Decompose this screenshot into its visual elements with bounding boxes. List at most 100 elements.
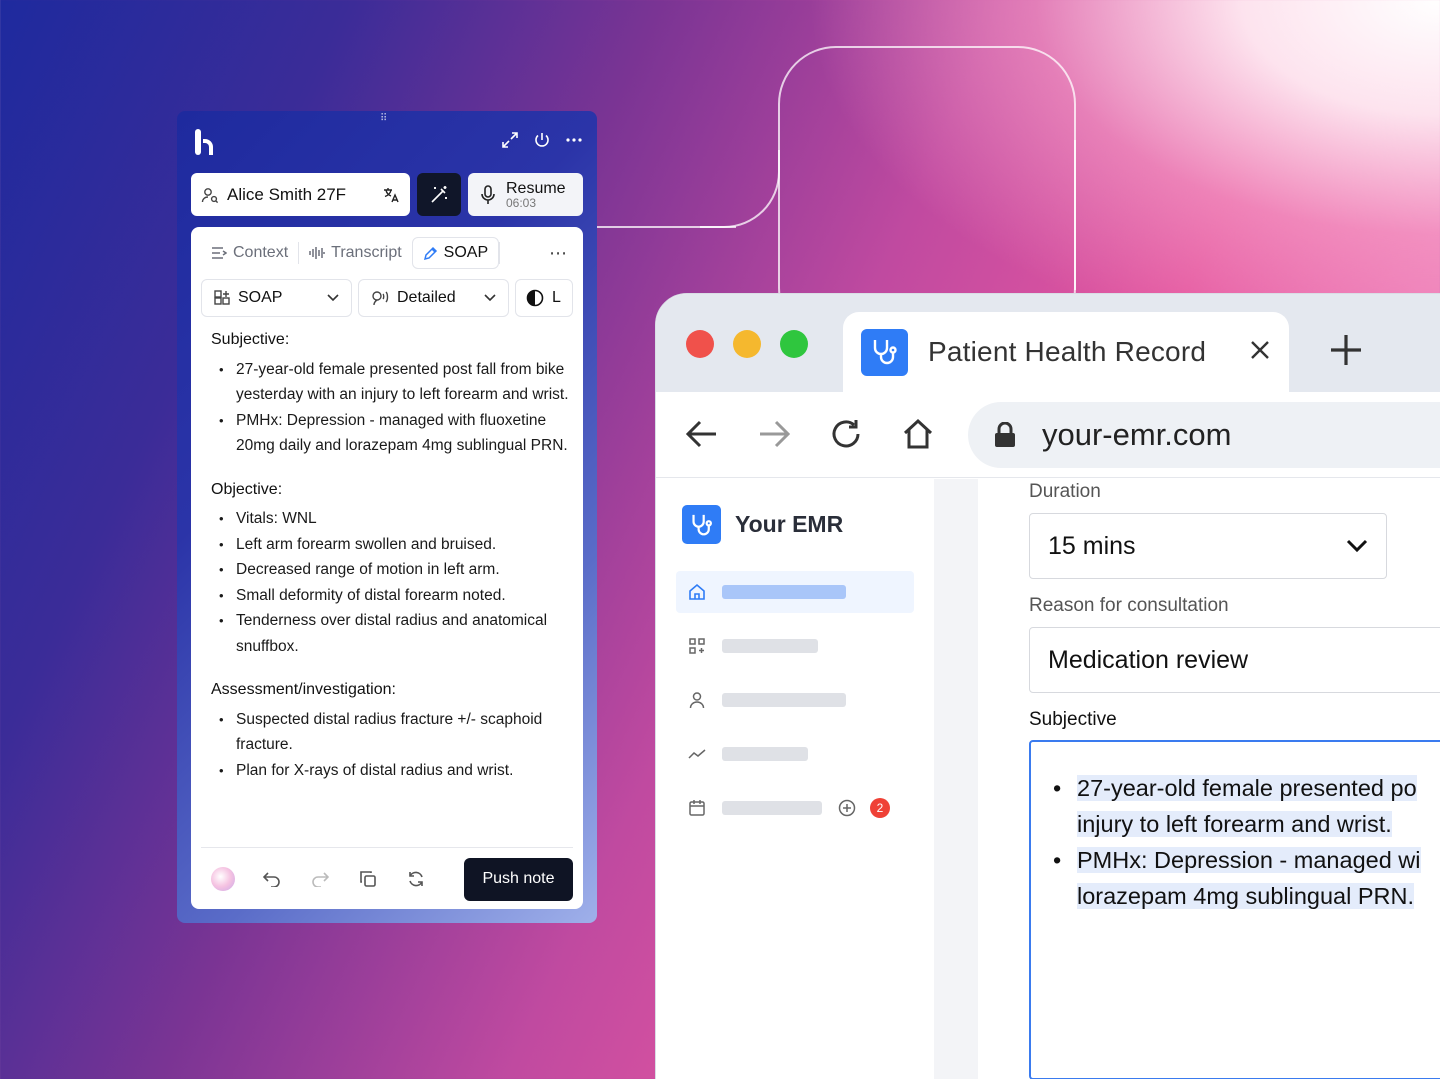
highlighted-text: injury to left forearm and wrist.: [1077, 811, 1392, 837]
magic-wand-button[interactable]: [417, 173, 461, 216]
subjective-heading: Subjective:: [211, 331, 290, 348]
expand-icon[interactable]: [501, 131, 519, 149]
calendar-icon: [689, 800, 705, 816]
stethoscope-icon: [861, 328, 908, 376]
patient-selector[interactable]: Alice Smith 27F: [191, 173, 410, 216]
list-item: PMHx: Depression - managed with fluoxeti…: [211, 408, 571, 459]
reason-label: Reason for consultation: [1029, 595, 1229, 616]
assessment-list: Suspected distal radius fracture +/- sca…: [211, 707, 571, 784]
browser-tab[interactable]: Patient Health Record: [843, 312, 1289, 392]
close-window-button[interactable]: [686, 330, 714, 358]
duration-select[interactable]: 15 mins: [1029, 513, 1387, 579]
more-options-icon[interactable]: [565, 131, 583, 149]
chevron-down-icon: [1346, 539, 1368, 553]
maximize-window-button[interactable]: [780, 330, 808, 358]
assistant-orb-icon[interactable]: [211, 867, 235, 891]
voice-detail-icon: [372, 291, 389, 306]
drag-handle[interactable]: ⠿: [380, 113, 388, 124]
regenerate-icon[interactable]: [405, 868, 427, 890]
browser-toolbar: your-emr.com: [656, 392, 1440, 478]
placeholder-bar: [722, 639, 818, 653]
template-dropdown[interactable]: SOAP: [201, 279, 352, 317]
soap-note-content: Subjective: 27-year-old female presented…: [211, 327, 571, 849]
placeholder-bar: [722, 801, 822, 815]
context-icon: [212, 247, 227, 259]
decorative-line: [596, 226, 736, 228]
list-item: 27-year-old female presented po: [1051, 770, 1417, 806]
highlighted-text: 27-year-old female presented po: [1077, 775, 1417, 801]
undo-icon[interactable]: [261, 868, 283, 890]
list-item-continuation: injury to left forearm and wrist.: [1051, 806, 1392, 842]
placeholder-bar: [722, 693, 846, 707]
tabs-more-icon[interactable]: ⋯: [543, 243, 573, 264]
url-text: your-emr.com: [1042, 417, 1232, 452]
lock-icon: [995, 422, 1015, 447]
sidebar-item-calendar[interactable]: 2: [676, 787, 914, 829]
forward-arrow-icon[interactable]: [756, 416, 792, 452]
sidebar-item-patients[interactable]: [676, 679, 914, 721]
app-logo-icon: [195, 129, 219, 157]
user-search-icon: [201, 187, 219, 203]
waveform-icon: [309, 247, 325, 259]
objective-heading: Objective:: [211, 480, 283, 498]
minimize-window-button[interactable]: [733, 330, 761, 358]
magic-wand-icon: [431, 185, 447, 203]
placeholder-bar: [722, 585, 846, 599]
tab-title: Patient Health Record: [928, 336, 1207, 367]
browser-titlebar: Patient Health Record: [656, 294, 1440, 392]
tab-soap[interactable]: SOAP: [411, 237, 500, 269]
list-item: Decreased range of motion in left arm.: [211, 557, 571, 583]
resume-recording-button[interactable]: Resume 06:03: [468, 173, 583, 216]
sidebar-item-apps[interactable]: [676, 625, 914, 667]
close-tab-icon[interactable]: [1249, 335, 1271, 369]
template-icon: [214, 290, 230, 305]
push-note-button[interactable]: Push note: [464, 857, 573, 901]
user-icon: [689, 692, 705, 709]
tab-divider: [499, 242, 501, 264]
contrast-dropdown[interactable]: L: [515, 279, 573, 317]
note-card: Context Transcript SOAP ⋯ SOAP Detailed …: [191, 227, 583, 909]
list-item: Left arm forearm swollen and bruised.: [211, 532, 571, 558]
tab-context[interactable]: Context: [201, 237, 298, 269]
emr-name: Your EMR: [735, 511, 844, 537]
add-circle-icon[interactable]: [838, 799, 856, 817]
back-arrow-icon[interactable]: [684, 416, 720, 452]
language-value: L: [552, 289, 561, 306]
list-item: Small deformity of distal forearm noted.: [211, 583, 571, 609]
detail-level-dropdown[interactable]: Detailed: [358, 279, 509, 317]
note-footer: Push note: [211, 857, 573, 901]
new-tab-icon[interactable]: [1328, 332, 1364, 375]
scribe-widget: ⠿ Alice Smith 27F Resume 06:03 Context T…: [177, 111, 597, 923]
list-item: Vitals: WNL: [211, 506, 571, 532]
highlighted-text: PMHx: Depression - managed wi: [1077, 847, 1421, 873]
pencil-icon: [423, 246, 437, 260]
subjective-list: 27-year-old female presented post fall f…: [211, 357, 571, 459]
reason-value: Medication review: [1048, 645, 1249, 674]
power-icon[interactable]: [533, 131, 551, 149]
copy-icon[interactable]: [357, 868, 379, 890]
sidebar-item-analytics[interactable]: [676, 733, 914, 775]
redo-icon[interactable]: [309, 868, 331, 890]
emr-brand: Your EMR: [682, 505, 843, 544]
reload-icon[interactable]: [828, 416, 864, 452]
contrast-icon: [526, 289, 544, 307]
decorative-curve: [700, 150, 780, 228]
translate-icon[interactable]: [382, 186, 400, 204]
home-icon: [689, 583, 705, 600]
list-item-continuation: lorazepam 4mg sublingual PRN.: [1051, 878, 1414, 914]
address-bar[interactable]: your-emr.com: [968, 402, 1440, 468]
list-item: 27-year-old female presented post fall f…: [211, 357, 571, 408]
emr-form: Duration 15 mins Reason for consultation…: [978, 479, 1440, 1079]
list-item: Tenderness over distal radius and anatom…: [211, 608, 571, 659]
list-item: Suspected distal radius fracture +/- sca…: [211, 707, 571, 758]
subjective-textarea[interactable]: 27-year-old female presented po injury t…: [1029, 740, 1440, 1079]
subjective-label: Subjective: [1029, 709, 1117, 730]
note-tabs: Context Transcript SOAP ⋯: [201, 237, 573, 269]
sidebar-item-home[interactable]: [676, 571, 914, 613]
patient-name: Alice Smith 27F: [227, 184, 347, 204]
reason-input[interactable]: Medication review: [1029, 627, 1440, 693]
recording-timer: 06:03: [506, 195, 537, 210]
notification-badge: 2: [870, 798, 890, 818]
tab-transcript[interactable]: Transcript: [299, 237, 412, 269]
home-icon[interactable]: [900, 416, 936, 452]
